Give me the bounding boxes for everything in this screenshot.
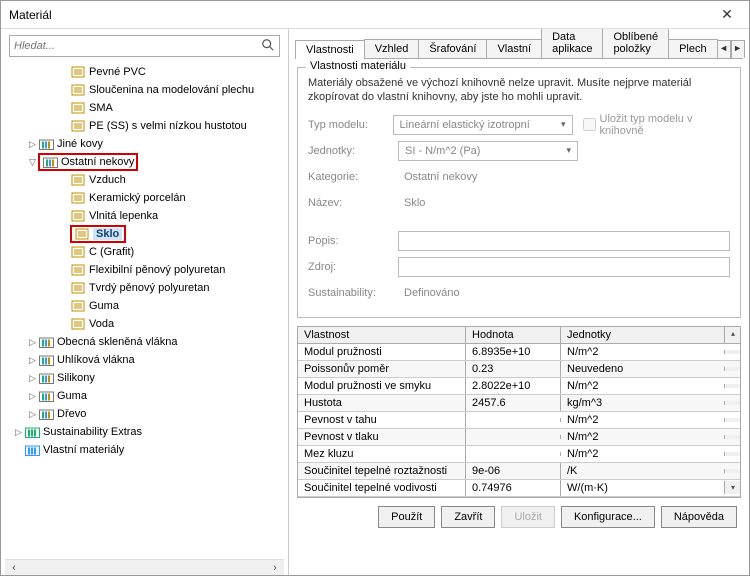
jednotky-select[interactable]: SI - N/m^2 (Pa)▾ [398, 141, 578, 161]
close-button[interactable]: Zavřít [441, 506, 495, 528]
tab-vlastnosti[interactable]: Vlastnosti [295, 40, 365, 59]
close-icon[interactable]: ✕ [713, 6, 741, 23]
table-row[interactable]: Pevnost v tlakuN/m^2 [298, 429, 740, 446]
label-typ-modelu: Typ modelu: [308, 119, 393, 131]
scroll-up-icon[interactable]: ▴ [724, 327, 740, 343]
table-row[interactable]: Hustota2457.6kg/m^3 [298, 395, 740, 412]
nazev-value: Sklo [398, 193, 578, 213]
table-row[interactable]: Poissonův poměr0.23Neuvedeno [298, 361, 740, 378]
tab-scroll-right-icon[interactable]: ► [731, 40, 745, 58]
table-row[interactable]: Součinitel tepelné vodivosti0.74976W/(m·… [298, 480, 740, 497]
tree-leaf[interactable]: C (Grafit) [9, 243, 284, 261]
tree-folder[interactable]: ▷Obecná skleněná vlákna [9, 333, 284, 351]
table-row[interactable]: Modul pružnosti6.8935e+10N/m^2 [298, 344, 740, 361]
table-row[interactable]: Mez kluzuN/m^2 [298, 446, 740, 463]
tree-leaf[interactable]: Pevné PVC [9, 63, 284, 81]
label-zdroj: Zdroj: [308, 261, 398, 273]
table-header: Vlastnost Hodnota Jednotky ▴ [298, 327, 740, 344]
tree-leaf[interactable]: Tvrdý pěnový polyuretan [9, 279, 284, 297]
label-sustain: Sustainability: [308, 287, 398, 299]
tree-folder[interactable]: ▷Silikony [9, 369, 284, 387]
table-row[interactable]: Součinitel tepelné roztažnosti9e-06/K [298, 463, 740, 480]
scroll-left-icon[interactable]: ‹ [7, 562, 21, 574]
material-properties-group: Vlastnosti materiálu Materiály obsažené … [297, 67, 741, 318]
label-kategorie: Kategorie: [308, 171, 398, 183]
horizontal-scrollbar[interactable]: ‹ › [5, 559, 284, 575]
tree-folder-jine-kovy[interactable]: ▷Jiné kovy [9, 135, 284, 153]
tab-vzhled[interactable]: Vzhled [364, 39, 420, 58]
tab-srafovani[interactable]: Šrafování [418, 39, 487, 58]
tab-oblibene[interactable]: Oblíbené položky [602, 29, 669, 58]
tree-leaf[interactable]: Vlnitá lepenka [9, 207, 284, 225]
save-type-checkbox[interactable]: Uložit typ modelu v knihovně [583, 113, 730, 137]
chevron-down-icon: ▾ [566, 145, 571, 156]
tab-bar: Vlastnosti Vzhled Šrafování Vlastní Data… [295, 35, 743, 59]
table-row[interactable]: Modul pružnosti ve smyku2.8022e+10N/m^2 [298, 378, 740, 395]
tree-leaf[interactable]: Guma [9, 297, 284, 315]
expand-icon[interactable]: ▷ [27, 139, 38, 150]
collapse-icon[interactable]: ▽ [27, 157, 38, 168]
config-button[interactable]: Konfigurace... [561, 506, 655, 528]
tree-folder[interactable]: ▷Guma [9, 387, 284, 405]
tree-leaf[interactable]: SMA [9, 99, 284, 117]
search-box[interactable] [9, 35, 280, 57]
label-popis: Popis: [308, 235, 398, 247]
zdroj-input[interactable] [398, 257, 730, 277]
expand-icon[interactable]: ▷ [27, 373, 38, 384]
tree-leaf[interactable]: PE (SS) s velmi nízkou hustotou [9, 117, 284, 135]
label-nazev: Název: [308, 197, 398, 209]
tree-root-sustain[interactable]: ▷Sustainability Extras [9, 423, 284, 441]
tree-leaf-sklo[interactable]: Sklo [9, 225, 284, 243]
typ-modelu-select[interactable]: Lineární elastický izotropní▾ [393, 115, 573, 135]
tree-leaf[interactable]: Voda [9, 315, 284, 333]
expand-icon[interactable]: ▷ [27, 409, 38, 420]
popis-input[interactable] [398, 231, 730, 251]
tab-plech[interactable]: Plech [668, 39, 718, 58]
apply-button[interactable]: Použít [378, 506, 435, 528]
search-input[interactable] [14, 40, 261, 52]
kategorie-value: Ostatní nekovy [398, 167, 578, 187]
save-button: Uložit [501, 506, 555, 528]
chevron-down-icon: ▾ [561, 119, 566, 130]
tree-folder[interactable]: ▷Uhlíková vlákna [9, 351, 284, 369]
table-row[interactable]: Pevnost v tahuN/m^2 [298, 412, 740, 429]
group-legend: Vlastnosti materiálu [306, 60, 410, 72]
expand-icon[interactable]: ▷ [27, 355, 38, 366]
help-button[interactable]: Nápověda [661, 506, 737, 528]
tree-leaf[interactable]: Flexibilní pěnový polyuretan [9, 261, 284, 279]
sustain-value: Definováno [398, 283, 730, 303]
tree-folder[interactable]: ▷Dřevo [9, 405, 284, 423]
readonly-note: Materiály obsažené ve výchozí knihovně n… [308, 76, 730, 105]
tree-folder-ostatni-nekovy[interactable]: ▽Ostatní nekovy [9, 153, 284, 171]
tree-leaf[interactable]: Keramický porcelán [9, 189, 284, 207]
tab-data-aplikace[interactable]: Data aplikace [541, 29, 603, 58]
expand-icon[interactable]: ▷ [27, 391, 38, 402]
tab-scroll-left-icon[interactable]: ◄ [717, 40, 731, 58]
tab-vlastni[interactable]: Vlastní [486, 39, 542, 58]
scroll-right-icon[interactable]: › [268, 562, 282, 574]
window-title: Materiál [9, 8, 713, 22]
expand-icon[interactable]: ▷ [13, 427, 24, 438]
material-tree[interactable]: Pevné PVC Sloučenina na modelování plech… [5, 63, 284, 559]
tree-leaf[interactable]: Vzduch [9, 171, 284, 189]
tree-leaf[interactable]: Sloučenina na modelování plechu [9, 81, 284, 99]
label-jednotky: Jednotky: [308, 145, 398, 157]
tree-root-vlastni[interactable]: Vlastní materiály [9, 441, 284, 459]
properties-table[interactable]: Vlastnost Hodnota Jednotky ▴ Modul pružn… [297, 326, 741, 498]
search-icon[interactable] [261, 38, 275, 55]
expand-icon[interactable]: ▷ [27, 337, 38, 348]
